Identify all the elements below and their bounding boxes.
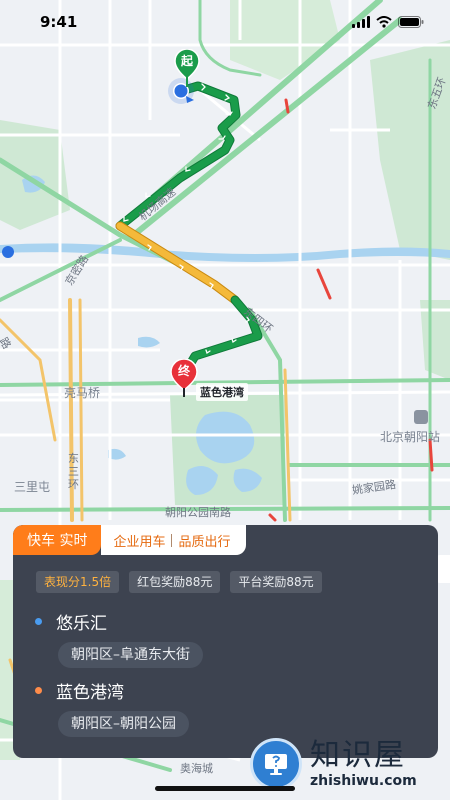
end-marker-label: 终 <box>177 364 190 378</box>
map-label-aohai-city: 奥海城 <box>180 762 213 775</box>
wifi-icon <box>376 16 392 28</box>
map-label-chaoyang-park-south-road: 朝阳公园南路 <box>165 506 231 519</box>
chip-performance-score: 表现分1.5倍 <box>36 571 120 593</box>
origin-address: 朝阳区–阜通东大街 <box>58 642 203 668</box>
origin-dot-icon <box>35 618 42 625</box>
destination-dot-icon <box>35 687 42 694</box>
reward-chips: 表现分1.5倍 红包奖励88元 平台奖励88元 <box>13 555 438 593</box>
destination-map-label: 蓝色港湾 <box>196 383 248 401</box>
chip-red-packet-reward: 红包奖励88元 <box>129 571 221 593</box>
destination-address: 朝阳区–朝阳公园 <box>58 711 189 737</box>
service-tabs: 快车 实时 企业用车 品质出行 <box>13 525 438 555</box>
status-bar: 9:41 <box>0 0 450 44</box>
tab-express-realtime[interactable]: 快车 实时 <box>13 525 102 555</box>
start-marker[interactable]: 起 <box>172 48 202 89</box>
watermark-url: zhishiwu.com <box>310 773 417 789</box>
watermark-title: 知识屋 <box>310 738 406 773</box>
status-icons <box>352 16 424 28</box>
origin-name: 悠乐汇 <box>56 614 107 634</box>
map-label-beijing-chaoyang-station: 北京朝阳站 <box>380 430 441 444</box>
watermark-monitor-icon <box>250 738 302 790</box>
subway-icon <box>2 246 14 258</box>
station-icon <box>414 410 428 424</box>
map-side-button[interactable] <box>436 555 450 583</box>
map-label-liangmaqiao: 亮马桥 <box>64 386 101 400</box>
ride-info-card: 快车 实时 企业用车 品质出行 表现分1.5倍 红包奖励88元 平台奖励88元 … <box>13 525 438 758</box>
origin-section[interactable]: 悠乐汇 朝阳区–阜通东大街 <box>13 609 438 668</box>
battery-icon <box>398 16 424 28</box>
tab-premium[interactable]: 品质出行 <box>172 531 236 550</box>
home-indicator[interactable] <box>155 786 295 791</box>
map-label-dongsanhuan: 东三环 <box>68 452 79 491</box>
start-marker-label: 起 <box>180 54 193 68</box>
signal-icon <box>352 16 370 28</box>
map-label-sanlitun: 三里屯 <box>14 480 51 494</box>
tab-enterprise[interactable]: 企业用车 <box>107 531 171 550</box>
tab-strip: 企业用车 品质出行 <box>101 525 247 555</box>
chip-platform-reward: 平台奖励88元 <box>230 571 322 593</box>
status-time: 9:41 <box>40 13 78 31</box>
destination-name: 蓝色港湾 <box>56 683 124 703</box>
